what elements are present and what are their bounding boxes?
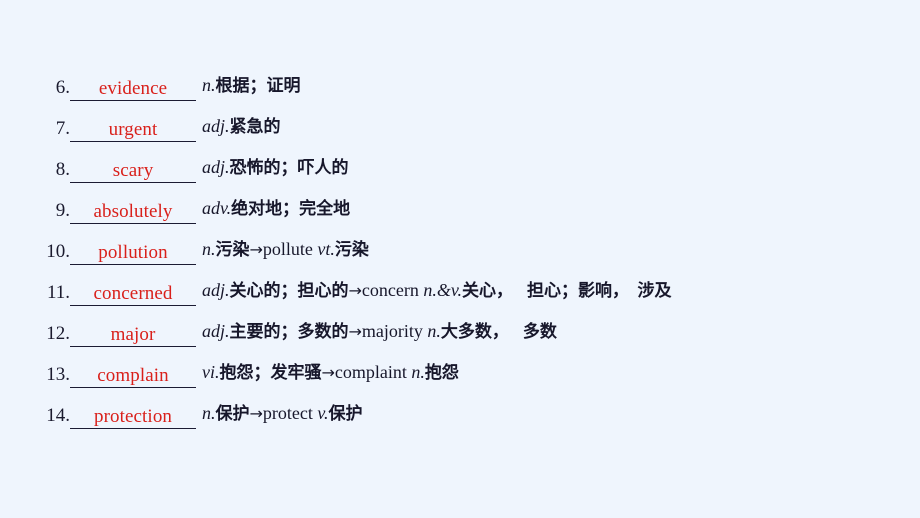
derived-chinese-meaning: 抱怨: [424, 363, 459, 383]
vocabulary-entry-row: 6. evidence n.根据；证明: [0, 60, 920, 101]
answer-word: absolutely: [93, 201, 173, 222]
entry-definition: adv.绝对地；完全地: [202, 198, 350, 220]
answer-word: scary: [112, 160, 154, 181]
part-of-speech: adj.: [202, 280, 230, 300]
answer-word: major: [110, 324, 156, 345]
part-of-speech: adj.: [202, 321, 230, 341]
entry-number: 11.: [46, 282, 70, 303]
entry-definition: n.污染→pollute vt.污染: [202, 239, 369, 261]
entry-number: 13.: [46, 364, 70, 385]
entry-definition: n.保护→protect v.保护: [202, 403, 363, 425]
entry-number: 9.: [55, 200, 70, 221]
entry-number: 12.: [46, 323, 70, 344]
vocabulary-entry-row: 12. major adj.主要的；多数的→majority n.大多数， 多数: [0, 306, 920, 347]
part-of-speech: adj.: [202, 116, 230, 136]
chinese-meaning: 主要的；多数的: [229, 322, 349, 342]
answer-word: concerned: [93, 283, 173, 304]
entry-definition: n.根据；证明: [202, 75, 301, 97]
chinese-meaning-continued: 多数: [522, 322, 557, 342]
entry-number: 14.: [46, 405, 70, 426]
answer-blank[interactable]: pollution: [70, 238, 196, 265]
chinese-meaning: 根据；证明: [215, 76, 301, 96]
answer-blank[interactable]: protection: [70, 402, 196, 429]
answer-word: pollution: [98, 242, 168, 263]
answer-word: urgent: [108, 119, 158, 140]
entry-definition: adj.主要的；多数的→majority n.大多数， 多数: [202, 321, 557, 343]
derived-word: protect: [262, 403, 313, 423]
chinese-meaning: 污染: [215, 240, 250, 260]
derived-word: complaint: [334, 362, 407, 382]
vocabulary-entry-row: 14. protection n.保护→protect v.保护: [0, 388, 920, 429]
derived-word: pollute: [262, 239, 313, 259]
entry-definition: vi.抱怨；发牢骚→complaint n.抱怨: [202, 362, 459, 384]
chinese-meaning-continued: 担心；影响， 涉及: [527, 281, 672, 301]
vocabulary-entry-row: 10. pollution n.污染→pollute vt.污染: [0, 224, 920, 265]
answer-blank[interactable]: evidence: [70, 74, 196, 101]
entry-number: 6.: [55, 77, 70, 98]
answer-blank[interactable]: scary: [70, 156, 196, 183]
chinese-meaning: 恐怖的；吓人的: [229, 158, 349, 178]
part-of-speech: n.: [202, 403, 216, 423]
entry-definition: adj.恐怖的；吓人的: [202, 157, 349, 179]
vocabulary-entry-row: 13. complain vi.抱怨；发牢骚→complaint n.抱怨: [0, 347, 920, 388]
part-of-speech: adj.: [202, 157, 230, 177]
arrow-icon: →: [249, 240, 263, 259]
chinese-meaning: 抱怨；发牢骚: [219, 363, 322, 383]
vocabulary-entry-row: 11. concerned adj.关心的；担心的→concern n.&v.关心，…: [0, 265, 920, 306]
derived-part-of-speech: n.: [411, 362, 425, 382]
arrow-icon: →: [348, 322, 362, 341]
arrow-icon: →: [321, 363, 335, 382]
derived-word: concern: [361, 280, 419, 300]
part-of-speech: n.: [202, 75, 216, 95]
entry-number: 10.: [46, 241, 70, 262]
arrow-icon: →: [249, 404, 263, 423]
answer-blank[interactable]: concerned: [70, 279, 196, 306]
part-of-speech: vi.: [202, 362, 220, 382]
part-of-speech: adv.: [202, 198, 232, 218]
entry-definition: adj.关心的；担心的→concern n.&v.关心， 担心；影响， 涉及: [202, 280, 672, 302]
vocabulary-entry-row: 9. absolutely adv.绝对地；完全地: [0, 183, 920, 224]
derived-part-of-speech: n.&v.: [423, 280, 463, 300]
derived-part-of-speech: n.: [427, 321, 441, 341]
derived-word: majority: [361, 321, 423, 341]
arrow-icon: →: [348, 281, 362, 300]
vocabulary-entry-list: 6. evidence n.根据；证明 7. urgent adj.紧急的 8. scary a…: [0, 60, 920, 429]
derived-part-of-speech: v.: [317, 403, 329, 423]
derived-part-of-speech: vt.: [317, 239, 335, 259]
chinese-meaning: 保护: [215, 404, 250, 424]
answer-blank[interactable]: urgent: [70, 115, 196, 142]
answer-word: complain: [97, 365, 169, 386]
derived-chinese-meaning: 关心，: [462, 281, 514, 301]
entry-number: 7.: [55, 118, 70, 139]
derived-chinese-meaning: 保护: [328, 404, 363, 424]
vocabulary-entry-row: 8. scary adj.恐怖的；吓人的: [0, 142, 920, 183]
entry-definition: adj.紧急的: [202, 116, 281, 138]
derived-chinese-meaning: 污染: [334, 240, 369, 260]
answer-word: protection: [93, 406, 173, 427]
chinese-meaning: 关心的；担心的: [229, 281, 349, 301]
entry-number: 8.: [55, 159, 70, 180]
vocabulary-entry-row: 7. urgent adj.紧急的: [0, 101, 920, 142]
answer-blank[interactable]: complain: [70, 361, 196, 388]
slide-canvas: 6. evidence n.根据；证明 7. urgent adj.紧急的 8. scary a…: [0, 0, 920, 518]
answer-blank[interactable]: major: [70, 320, 196, 347]
part-of-speech: n.: [202, 239, 216, 259]
answer-blank[interactable]: absolutely: [70, 197, 196, 224]
chinese-meaning: 紧急的: [229, 117, 281, 137]
answer-word: evidence: [98, 78, 168, 99]
derived-chinese-meaning: 大多数，: [440, 322, 509, 342]
chinese-meaning: 绝对地；完全地: [231, 199, 351, 219]
